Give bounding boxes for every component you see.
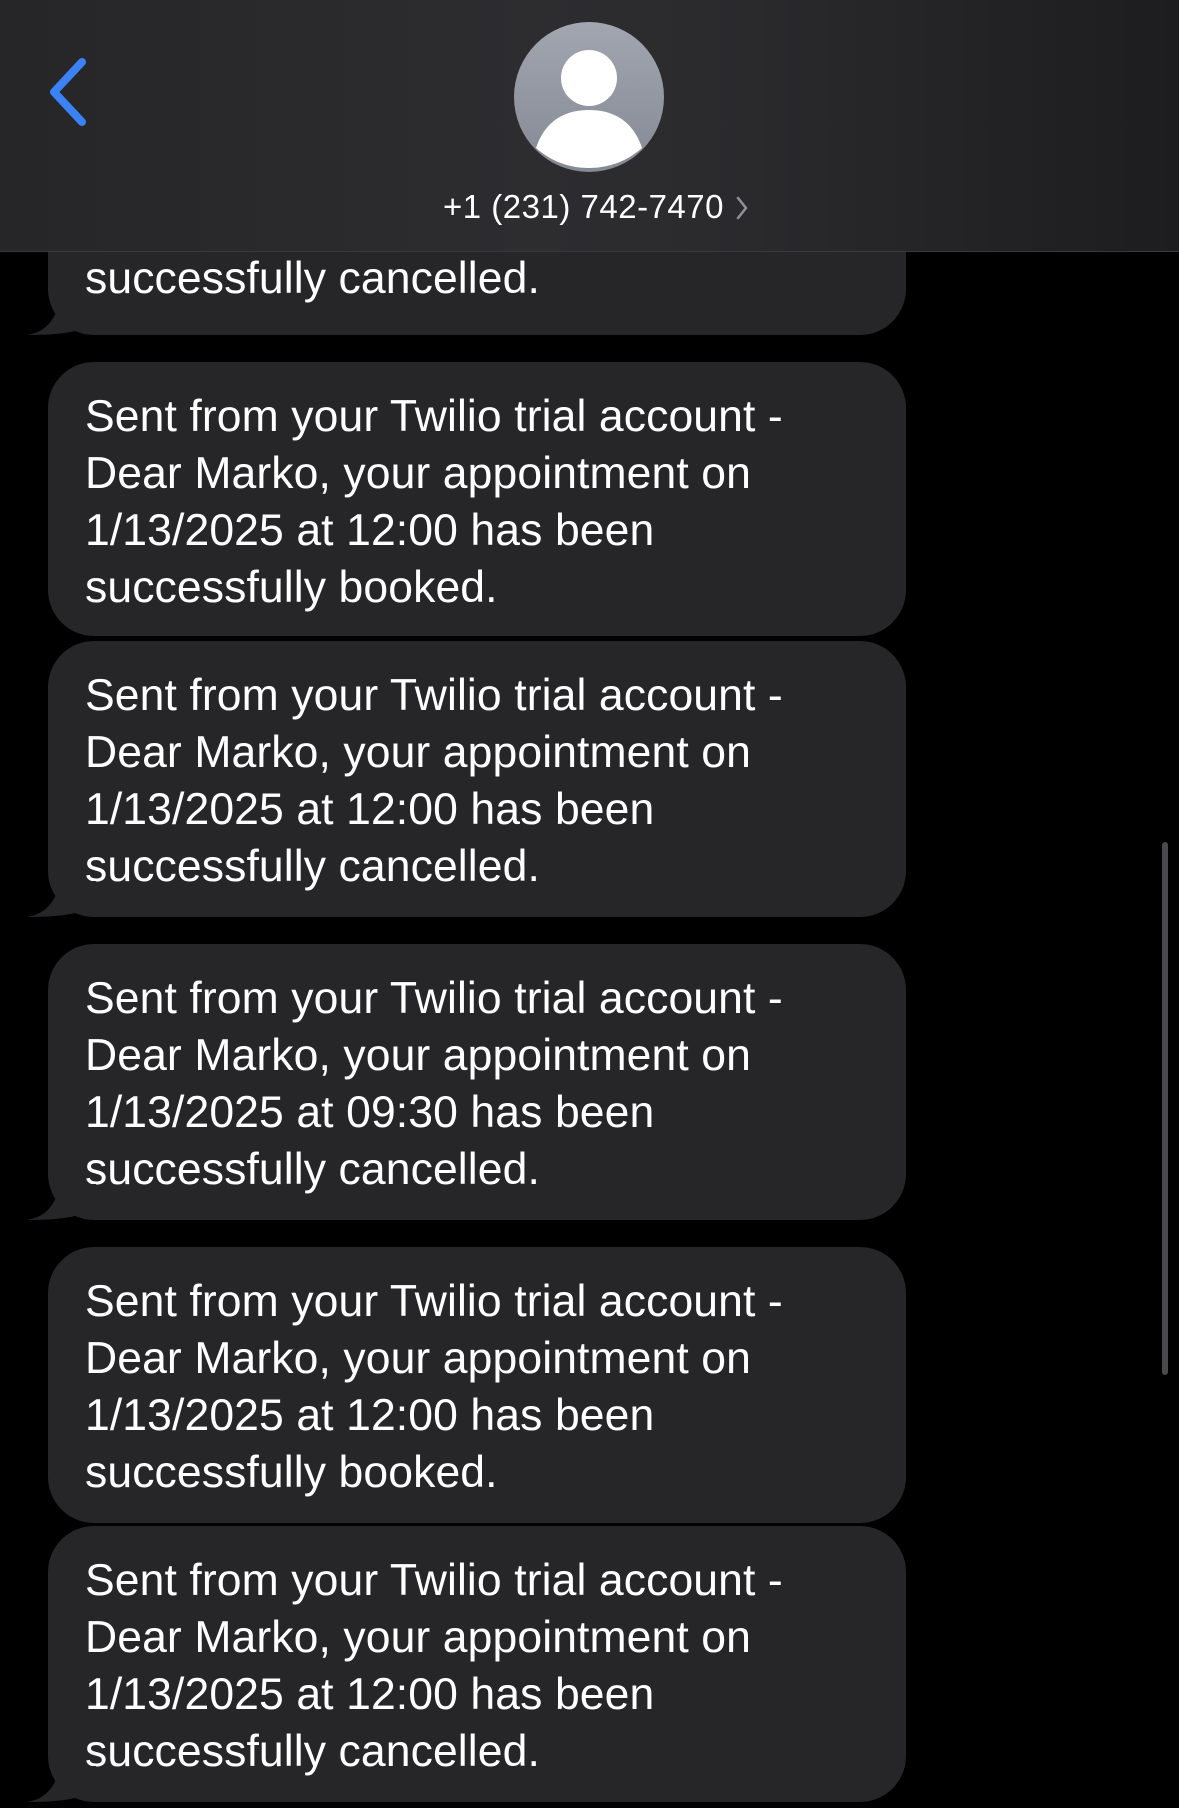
message-bubble[interactable]: Sent from your Twilio trial account - De… [48,1247,906,1523]
message-bubble[interactable]: Sent from your Twilio trial account - De… [26,944,906,1220]
bubble-tail [26,881,96,917]
chevron-right-icon [736,196,748,220]
scroll-indicator[interactable] [1162,842,1168,1375]
message-bubble[interactable]: Sent from your Twilio trial account - De… [26,1526,906,1802]
message-text: Sent from your Twilio trial account - De… [85,1556,783,1776]
bubble-tail [26,1766,96,1802]
message-text: Sent from your Twilio trial account - De… [85,1277,783,1497]
contact-avatar[interactable] [514,22,664,172]
bubble-tail [26,299,96,335]
message-text: Sent from your Twilio trial account - De… [85,974,783,1194]
back-button[interactable] [40,52,100,132]
bubble-tail [26,1184,96,1220]
conversation-header: +1 (231) 742-7470 [0,0,1179,252]
message-text: successfully cancelled. [85,254,540,303]
message-thread[interactable]: successfully cancelled. Sent from your T… [0,0,1179,1808]
person-icon [536,50,642,168]
message-bubble[interactable]: Sent from your Twilio trial account - De… [26,641,906,917]
contact-details-link[interactable]: +1 (231) 742-7470 [0,183,1179,231]
message-text: Sent from your Twilio trial account - De… [85,392,783,612]
chevron-left-icon [50,58,86,126]
message-bubble[interactable]: Sent from your Twilio trial account - De… [48,362,906,636]
contact-name: +1 (231) 742-7470 [443,188,724,225]
message-text: Sent from your Twilio trial account - De… [85,671,783,891]
